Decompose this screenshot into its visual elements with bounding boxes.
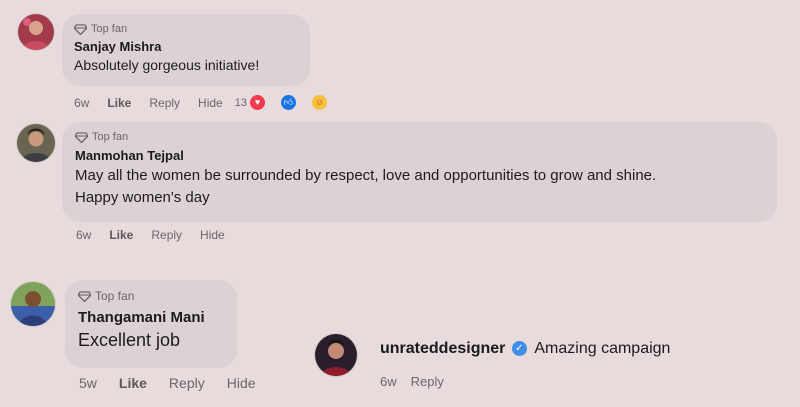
avatar[interactable] <box>17 124 55 162</box>
hide-button[interactable]: Hide <box>227 375 256 391</box>
avatar[interactable] <box>18 14 54 50</box>
comment-time[interactable]: 6w <box>74 96 89 110</box>
profile-photo-icon <box>18 14 54 50</box>
verified-badge-icon: ✓ <box>511 341 527 357</box>
diamond-icon <box>74 23 87 35</box>
profile-photo-icon <box>17 124 55 162</box>
heart-reaction-icon: ♥ <box>248 94 266 111</box>
thumbs-up-reaction-icon: 👍︎ <box>279 94 297 111</box>
profile-photo-icon <box>11 282 55 326</box>
top-fan-badge: Top fan <box>75 131 764 143</box>
top-fan-label: Top fan <box>91 23 128 35</box>
comment-bubble: Top fan Sanjay Mishra Absolutely gorgeou… <box>62 14 310 86</box>
comment-text-line: Happy women's day <box>75 189 210 206</box>
like-button[interactable]: Like <box>109 228 133 242</box>
reply-button[interactable]: Reply <box>149 96 180 110</box>
top-fan-badge: Top fan <box>78 289 224 303</box>
hide-button[interactable]: Hide <box>198 96 223 110</box>
care-reaction-icon: ☺ <box>310 94 328 111</box>
reactions-summary[interactable]: 13 ♥ 👍︎ ☺ <box>235 94 346 111</box>
comment-text-line: May all the women be surrounded by respe… <box>75 167 657 184</box>
comment-actions: 5w Like Reply Hide <box>79 375 274 391</box>
avatar[interactable] <box>315 334 357 376</box>
reply-actions: 6w Reply <box>380 374 462 389</box>
comment-bubble: Top fan Manmohan Tejpal May all the wome… <box>62 122 777 222</box>
comment-author[interactable]: Manmohan Tejpal <box>75 148 764 163</box>
reply-time[interactable]: 6w <box>380 374 397 389</box>
reply-text: Amazing campaign <box>534 340 671 357</box>
reply-button[interactable]: Reply <box>151 228 182 242</box>
profile-photo-icon <box>315 334 357 376</box>
reply-button[interactable]: Reply <box>411 374 444 389</box>
reply-button[interactable]: Reply <box>169 375 205 391</box>
comment-time[interactable]: 5w <box>79 375 97 391</box>
like-button[interactable]: Like <box>119 375 147 391</box>
reply-author[interactable]: unrateddesigner <box>380 340 505 357</box>
comment-actions: 6w Like Reply Hide <box>76 228 243 242</box>
comment-bubble: Top fan Thangamani Mani Excellent job <box>65 280 237 368</box>
comment-text: Absolutely gorgeous initiative! <box>74 57 260 73</box>
top-fan-badge: Top fan <box>74 23 298 35</box>
comment-text: Excellent job <box>78 330 181 350</box>
reply-content: unrateddesigner ✓ Amazing campaign <box>380 340 670 358</box>
diamond-icon <box>75 131 88 143</box>
like-button[interactable]: Like <box>107 96 131 110</box>
hide-button[interactable]: Hide <box>200 228 225 242</box>
avatar[interactable] <box>11 282 55 326</box>
top-fan-label: Top fan <box>95 289 135 303</box>
comment-author[interactable]: Sanjay Mishra <box>74 39 298 54</box>
comment-author[interactable]: Thangamani Mani <box>78 309 224 326</box>
reaction-count: 13 <box>234 96 247 109</box>
comment-time[interactable]: 6w <box>76 228 91 242</box>
diamond-icon <box>78 290 91 302</box>
comment-actions: 6w Like Reply Hide 13 ♥ 👍︎ ☺ <box>74 94 346 111</box>
top-fan-label: Top fan <box>92 131 129 143</box>
